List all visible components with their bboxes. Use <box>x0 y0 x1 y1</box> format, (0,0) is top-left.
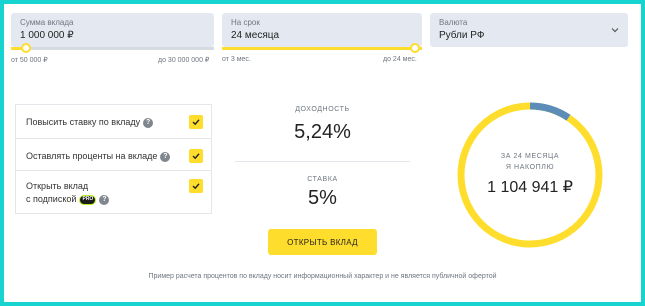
term-label: На срок <box>231 18 260 27</box>
term-slider-handle[interactable] <box>410 43 420 53</box>
term-min: от 3 мес. <box>222 56 251 63</box>
option-keep-interest-checkbox[interactable] <box>189 149 203 163</box>
options-list: Повысить ставку по вкладу? Оставлять про… <box>15 104 212 214</box>
option-keep-interest[interactable]: Оставлять проценты на вкладе? <box>16 139 211 171</box>
term-value[interactable]: 24 месяца <box>231 30 413 41</box>
option-raise-rate-checkbox[interactable] <box>189 115 203 129</box>
principal-arc <box>457 102 603 248</box>
option-label: Повысить ставку по вкладу? <box>26 117 154 128</box>
currency-value: Рубли РФ <box>439 30 485 41</box>
yield-label: ДОХОДНОСТЬ <box>295 106 350 113</box>
option-subscription[interactable]: Открыть вклад с подпиской PRO? <box>16 171 211 214</box>
check-icon <box>192 119 200 126</box>
disclaimer: Пример расчета процентов по вкладу носит… <box>148 273 497 280</box>
result-value: 1 104 941 ₽ <box>487 179 573 196</box>
deposit-amount-slider[interactable] <box>11 43 214 53</box>
result-caption: Я НАКОПЛЮ <box>505 164 555 171</box>
savings-ring <box>457 102 603 248</box>
option-label: Открыть вклад с подпиской PRO? <box>26 180 110 206</box>
check-icon <box>192 153 200 160</box>
deposit-amount-label: Сумма вклада <box>20 18 74 27</box>
divider <box>235 161 410 162</box>
deposit-amount-max: до 30 000 000 ₽ <box>158 57 210 64</box>
term-slider[interactable] <box>222 43 422 53</box>
rate-value: 5% <box>308 187 337 209</box>
help-icon[interactable]: ? <box>143 117 154 128</box>
open-deposit-button[interactable]: ОТКРЫТЬ ВКЛАД <box>268 229 377 255</box>
help-icon[interactable]: ? <box>160 151 171 162</box>
deposit-amount-min: от 50 000 ₽ <box>11 57 48 64</box>
check-icon <box>192 183 200 190</box>
term-max: до 24 мес. <box>383 56 417 63</box>
yield-value: 5,24% <box>294 121 351 143</box>
currency-select[interactable]: Валюта Рубли РФ <box>430 13 628 47</box>
term-field[interactable]: На срок 24 месяца <box>222 13 422 47</box>
pro-badge: PRO <box>79 194 97 205</box>
currency-label: Валюта <box>439 18 468 27</box>
help-icon[interactable]: ? <box>99 194 110 205</box>
option-raise-rate[interactable]: Повысить ставку по вкладу? <box>16 105 211 139</box>
result-period-label: ЗА 24 МЕСЯЦА <box>500 153 560 160</box>
deposit-amount-field[interactable]: Сумма вклада 1 000 000 ₽ <box>11 13 214 47</box>
option-label: Оставлять проценты на вкладе? <box>26 151 171 162</box>
deposit-amount-value[interactable]: 1 000 000 ₽ <box>20 30 205 41</box>
deposit-amount-slider-handle[interactable] <box>21 43 31 53</box>
option-subscription-checkbox[interactable] <box>189 179 203 193</box>
rate-label: СТАВКА <box>307 176 338 183</box>
chevron-down-icon <box>611 28 619 33</box>
